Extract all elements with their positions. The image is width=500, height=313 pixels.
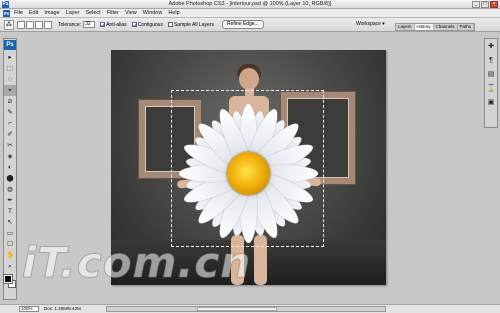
shape-tool-icon[interactable]: ▭ xyxy=(4,228,16,239)
paragraph-panel-icon[interactable]: ¶ xyxy=(485,55,497,67)
minimize-button[interactable]: _ xyxy=(472,1,480,8)
anti-alias-checkbox[interactable] xyxy=(100,22,106,27)
model-head xyxy=(239,68,259,90)
move-tool-icon[interactable]: ▸ xyxy=(4,52,16,63)
color-swatches xyxy=(3,274,16,289)
refine-edge-button[interactable]: Refine Edge... xyxy=(221,20,264,29)
intersect-selection-mode-button[interactable] xyxy=(44,20,52,29)
toolbox: Ps ▸ ⬚ ◌ ⌖ ⧄ ✎ ⌐ ✐ ✂ ◈ ◐ ⬤ ◍ ✒ T ↖ ▭ ☐ ✋… xyxy=(3,38,17,300)
healing-brush-tool-icon[interactable]: ⌐ xyxy=(4,118,16,129)
menu-image[interactable]: Image xyxy=(44,10,59,16)
title-bar: Ps Adobe Photoshop CS3 - [interiour.psd … xyxy=(0,0,500,9)
layers-panel-icon[interactable]: ▤ xyxy=(485,69,497,81)
menu-filter[interactable]: Filter xyxy=(107,10,119,16)
document-icon[interactable]: Ps xyxy=(3,9,10,17)
actions-panel-icon[interactable]: ▣ xyxy=(485,97,497,109)
window-controls: _ □ × xyxy=(472,1,498,8)
zoom-tool-icon[interactable]: ⌕ xyxy=(4,261,16,272)
crop-tool-icon[interactable]: ⧄ xyxy=(4,96,16,107)
eraser-tool-icon[interactable]: ◐ xyxy=(4,162,16,173)
type-tool-icon[interactable]: T xyxy=(4,206,16,217)
magic-wand-tool-icon[interactable]: ⌖ xyxy=(4,85,16,96)
contiguous-label: Contiguous xyxy=(137,21,163,28)
daisy-center xyxy=(227,152,270,195)
gradient-tool-icon[interactable]: ⬤ xyxy=(4,173,16,184)
tolerance-label: Tolerance: xyxy=(58,21,82,28)
menu-edit[interactable]: Edit xyxy=(29,10,38,16)
window-title: Adobe Photoshop CS3 - [interiour.psd @ 1… xyxy=(168,1,332,7)
notes-tool-icon[interactable]: ☐ xyxy=(4,239,16,250)
sample-all-layers-label: Sample All Layers xyxy=(173,21,214,28)
maximize-button[interactable]: □ xyxy=(481,1,489,8)
marquee-tool-icon[interactable]: ⬚ xyxy=(4,63,16,74)
brush-tool-icon[interactable]: ✐ xyxy=(4,129,16,140)
tolerance-input[interactable]: 32 xyxy=(83,21,96,28)
subtract-selection-mode-button[interactable] xyxy=(35,20,43,29)
tab-channels[interactable]: Channels xyxy=(434,24,458,30)
daisy-flower xyxy=(177,102,320,245)
contiguous-checkbox[interactable] xyxy=(131,22,137,27)
status-bar: 100% Doc: 1.20M/8.42M xyxy=(0,304,500,313)
tab-layers[interactable]: Layers xyxy=(396,24,415,30)
workspace-menu[interactable]: Workspace ▾ xyxy=(356,21,385,27)
tab-history[interactable]: History xyxy=(414,24,434,30)
sample-all-layers-checkbox[interactable] xyxy=(167,22,173,27)
navigator-panel-icon[interactable]: ✚ xyxy=(485,41,497,53)
scrollbar-thumb[interactable] xyxy=(197,307,277,311)
menu-layer[interactable]: Layer xyxy=(66,10,80,16)
document-size-info[interactable]: Doc: 1.20M/8.42M xyxy=(44,306,81,312)
menu-window[interactable]: Window xyxy=(143,10,163,16)
new-selection-mode-button[interactable] xyxy=(17,20,25,29)
options-bar: ⁂ Tolerance: 32 Anti-alias Contiguous Sa… xyxy=(0,18,500,32)
close-button[interactable]: × xyxy=(490,1,498,8)
menu-view[interactable]: View xyxy=(125,10,137,16)
dodge-tool-icon[interactable]: ◍ xyxy=(4,184,16,195)
menu-help[interactable]: Help xyxy=(168,10,179,16)
anti-alias-label: Anti-alias xyxy=(106,21,127,28)
tab-paths[interactable]: Paths xyxy=(458,24,475,30)
zoom-level-field[interactable]: 100% xyxy=(19,306,39,312)
panel-tab-bar: Layers History Channels Paths xyxy=(395,23,476,31)
clone-stamp-tool-icon[interactable]: ✂ xyxy=(4,140,16,151)
path-selection-tool-icon[interactable]: ↖ xyxy=(4,217,16,228)
history-brush-tool-icon[interactable]: ◈ xyxy=(4,151,16,162)
hand-tool-icon[interactable]: ✋ xyxy=(4,250,16,261)
history-panel-icon[interactable]: ⌛ xyxy=(485,83,497,95)
slice-tool-icon[interactable]: ✎ xyxy=(4,107,16,118)
magic-wand-icon[interactable]: ⁂ xyxy=(4,19,14,30)
add-selection-mode-button[interactable] xyxy=(26,20,34,29)
foreground-color-swatch[interactable] xyxy=(3,274,13,284)
horizontal-scrollbar[interactable] xyxy=(106,306,386,312)
collapsed-panel-dock: ✚ ¶ ▤ ⌛ ▣ xyxy=(484,38,498,128)
lasso-tool-icon[interactable]: ◌ xyxy=(4,74,16,85)
photoshop-logo[interactable]: Ps xyxy=(4,40,16,50)
menu-file[interactable]: File xyxy=(14,10,23,16)
menu-bar: Ps File Edit Image Layer Select Filter V… xyxy=(0,9,500,18)
menu-select[interactable]: Select xyxy=(85,10,100,16)
site-watermark: iT.com.cn xyxy=(21,238,252,288)
pen-tool-icon[interactable]: ✒ xyxy=(4,195,16,206)
